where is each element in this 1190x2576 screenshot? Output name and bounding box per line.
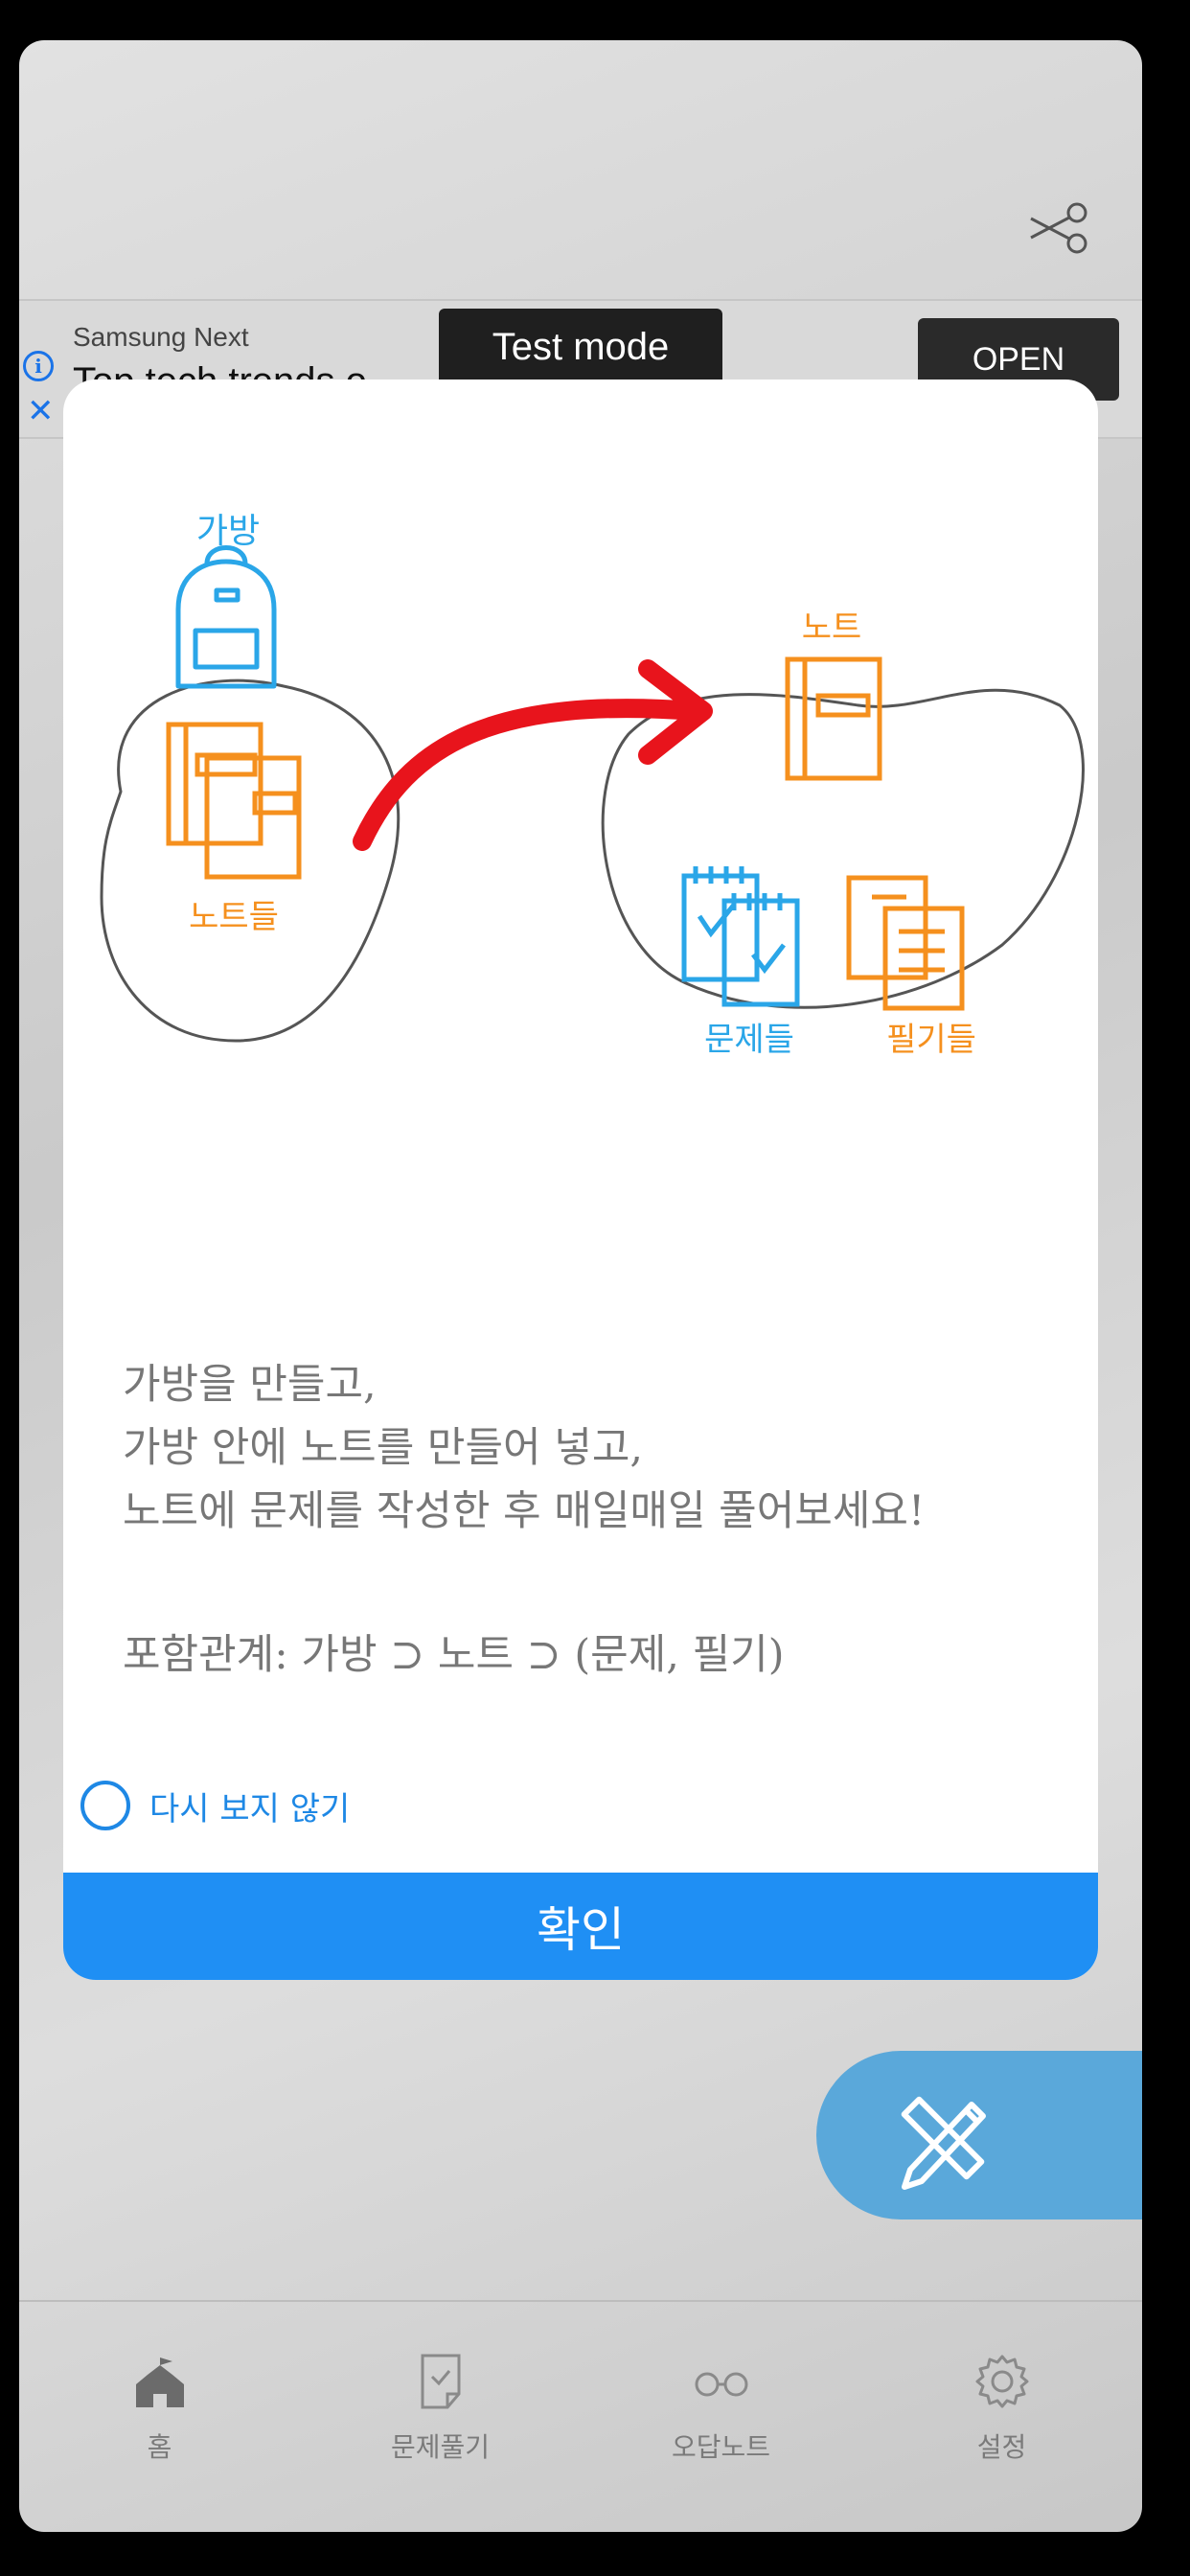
notes-label: 노트들 (189, 898, 279, 936)
questions-label: 문제들 (704, 1021, 794, 1059)
guide-line-3: 노트에 문제를 작성한 후 매일매일 풀어보세요! (123, 1487, 926, 1535)
question-pads-icon (681, 866, 800, 1007)
guide-line-2: 가방 안에 노트를 만들어 넣고, (123, 1424, 644, 1472)
dont-show-again-option[interactable]: 다시 보지 않기 (80, 1781, 350, 1830)
guide-text: 가방을 만들고, 가방 안에 노트를 만들어 넣고, 노트에 문제를 작성한 후… (123, 1353, 1062, 1687)
bag-label: 가방 (196, 512, 260, 551)
guide-line-1: 가방을 만들고, (123, 1361, 377, 1409)
backpack-icon (175, 545, 277, 689)
memo-pages-icon (846, 875, 965, 1011)
notebooks-icon (166, 722, 302, 880)
memos-label: 필기들 (886, 1021, 976, 1059)
notebook-icon (785, 656, 882, 781)
dont-show-again-radio[interactable] (80, 1781, 130, 1830)
bag-blob (100, 678, 400, 1043)
confirm-button[interactable]: 확인 (63, 1873, 1098, 1980)
dont-show-again-label[interactable]: 다시 보지 않기 (149, 1782, 350, 1829)
app-screen: i ✕ Samsung Next Top tech trends o Test … (19, 40, 1142, 2532)
note-label: 노트 (802, 609, 862, 647)
guide-modal: 가방 노트들 노트 문제들 필기들 가방을 만들고, 가방 안에 노트를 만들어… (63, 380, 1098, 1980)
arrow-icon (353, 659, 713, 851)
relation-line: 포함관계: 가방 ⊃ 노트 ⊃ (문제, 필기) (123, 1631, 785, 1679)
hierarchy-illustration: 가방 노트들 노트 문제들 필기들 (100, 512, 1085, 1059)
